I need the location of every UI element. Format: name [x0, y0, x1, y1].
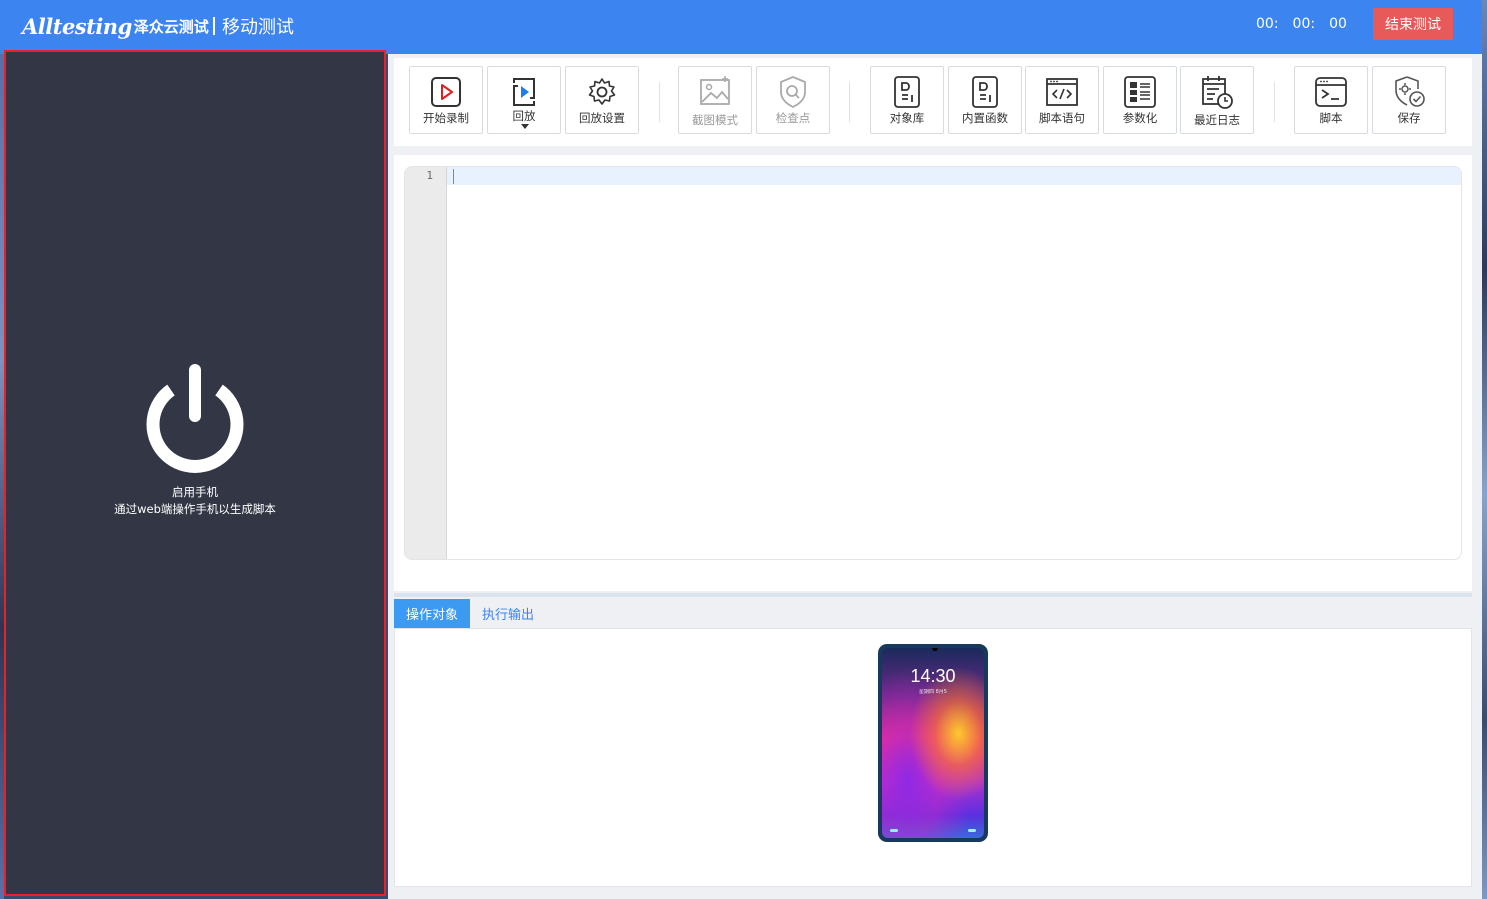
- timer-minutes: 00:: [1292, 16, 1316, 32]
- device-notch: [932, 648, 938, 651]
- device-clock: 14:30: [910, 666, 956, 686]
- device-screen: 14:30 星期四 8月5: [882, 648, 984, 838]
- device-thumbnail[interactable]: 14:30 星期四 8月5: [878, 644, 988, 842]
- script-label: 脚本: [1319, 111, 1343, 125]
- shield-check-icon: [1395, 76, 1425, 107]
- parameterize-label: 参数化: [1122, 111, 1158, 125]
- script-statements-label: 脚本语句: [1039, 111, 1085, 125]
- document-icon: [894, 76, 920, 108]
- shield-search-icon: [780, 76, 806, 108]
- toolbar-divider: [1274, 82, 1275, 122]
- tab-operation-objects[interactable]: 操作对象: [394, 599, 471, 628]
- script-button[interactable]: 脚本: [1294, 66, 1368, 134]
- playback-icon: [513, 78, 535, 106]
- parameterize-button[interactable]: 参数化: [1103, 66, 1177, 134]
- power-caption-hint: 通过web端操作手机以生成脚本: [114, 502, 276, 516]
- text-cursor: [453, 169, 454, 184]
- logo-company-name: 泽众云测试: [133, 17, 209, 36]
- save-label: 保存: [1397, 111, 1421, 125]
- timer-seconds: 00: [1329, 16, 1347, 32]
- session-timer: 00: 00: 00: [1256, 16, 1347, 32]
- script-statements-button[interactable]: 脚本语句: [1025, 66, 1099, 134]
- document-icon: [972, 76, 998, 108]
- bottom-tabs: 操作对象 执行输出: [394, 599, 1472, 628]
- screenshot-mode-label: 截图模式: [692, 113, 738, 127]
- page-title-text: 移动测试: [222, 17, 294, 38]
- calendar-clock-icon: [1202, 76, 1233, 109]
- script-editor-card: 1: [394, 155, 1472, 591]
- timer-hours: 00:: [1256, 16, 1279, 32]
- device-date: 星期四 8月5: [919, 689, 947, 695]
- save-button[interactable]: 保存: [1372, 66, 1446, 134]
- recent-logs-button[interactable]: 最近日志: [1180, 66, 1254, 134]
- table-grid-icon: [1124, 76, 1156, 108]
- page-title: 移动测试: [213, 13, 294, 39]
- device-dock-indicator: [890, 829, 898, 832]
- phone-screen-panel[interactable]: 启用手机 通过web端操作手机以生成脚本: [4, 50, 386, 896]
- desktop-backdrop: [1482, 0, 1487, 899]
- chevron-down-icon[interactable]: [521, 124, 529, 129]
- playback-label: 回放: [512, 109, 536, 123]
- record-icon: [431, 77, 461, 107]
- device-dock-indicator: [968, 829, 976, 832]
- power-button[interactable]: [144, 360, 246, 474]
- line-number-gutter: 1: [405, 167, 447, 559]
- playback-button[interactable]: 回放: [487, 66, 561, 134]
- logo-wordmark: Alltesting: [22, 13, 132, 39]
- playback-settings-button[interactable]: 回放设置: [565, 66, 639, 134]
- toolbar: 开始录制 回放 回放设置 截图模式 检查点 对象库 内置函数 脚本语句 参数化 …: [394, 58, 1472, 146]
- image-icon: [700, 76, 730, 105]
- active-line-highlight: [447, 167, 1461, 185]
- app-logo: Alltesting 泽众云测试: [22, 10, 209, 42]
- checkpoint-label: 检查点: [775, 111, 811, 125]
- main-workspace: 开始录制 回放 回放设置 截图模式 检查点 对象库 内置函数 脚本语句 参数化 …: [388, 54, 1482, 899]
- script-editor[interactable]: 1: [404, 166, 1462, 560]
- start-record-label: 开始录制: [423, 111, 469, 125]
- power-caption-title: 启用手机: [172, 485, 218, 499]
- playback-settings-label: 回放设置: [579, 111, 625, 125]
- line-number: 1: [426, 169, 433, 182]
- toolbar-divider: [659, 82, 660, 122]
- object-library-button[interactable]: 对象库: [870, 66, 944, 134]
- recent-logs-label: 最近日志: [1194, 113, 1240, 127]
- app-header: Alltesting 泽众云测试 移动测试 00: 00: 00 结束测试: [0, 0, 1482, 54]
- checkpoint-button[interactable]: 检查点: [756, 66, 830, 134]
- power-icon: [146, 364, 244, 473]
- title-divider: [213, 17, 215, 35]
- end-test-button[interactable]: 结束测试: [1373, 8, 1453, 40]
- object-library-label: 对象库: [889, 111, 925, 125]
- operation-objects-panel: 14:30 星期四 8月5: [394, 628, 1472, 887]
- toolbar-divider: [849, 82, 850, 122]
- tab-execution-output[interactable]: 执行输出: [470, 599, 546, 628]
- builtin-functions-label: 内置函数: [962, 111, 1008, 125]
- terminal-icon: [1315, 77, 1347, 107]
- start-record-button[interactable]: 开始录制: [409, 66, 483, 134]
- panel-resize-handle[interactable]: [394, 593, 1472, 597]
- power-caption: 启用手机 通过web端操作手机以生成脚本: [6, 484, 384, 518]
- gear-icon: [588, 78, 616, 105]
- builtin-functions-button[interactable]: 内置函数: [948, 66, 1022, 134]
- screenshot-mode-button[interactable]: 截图模式: [678, 66, 752, 134]
- code-window-icon: [1046, 78, 1078, 106]
